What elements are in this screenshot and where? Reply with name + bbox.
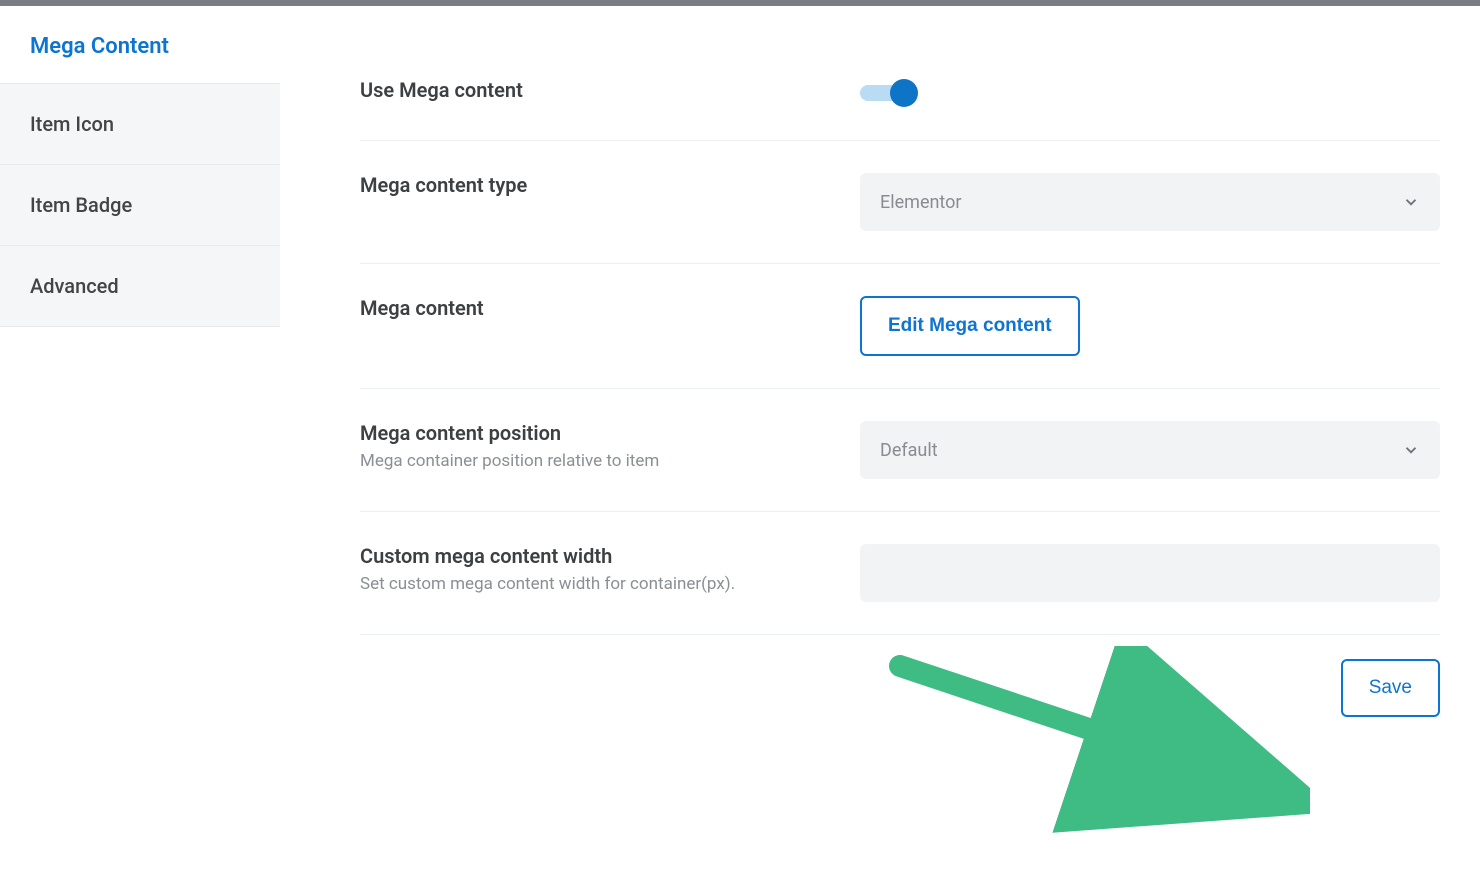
mega-content-label: Mega content xyxy=(360,296,860,320)
settings-panel: Mega Content Item Icon Item Badge Advanc… xyxy=(0,6,1480,894)
mega-content-position-label-wrap: Mega content position Mega container pos… xyxy=(360,421,860,471)
save-button[interactable]: Save xyxy=(1341,659,1440,717)
row-custom-mega-width: Custom mega content width Set custom meg… xyxy=(360,512,1440,635)
mega-content-position-label: Mega content position xyxy=(360,421,860,445)
mega-content-position-desc: Mega container position relative to item xyxy=(360,451,860,471)
use-mega-content-label: Use Mega content xyxy=(360,78,860,102)
sidebar-item-item-icon[interactable]: Item Icon xyxy=(0,83,280,164)
mega-content-label-wrap: Mega content xyxy=(360,296,860,320)
toggle-thumb xyxy=(890,79,918,107)
row-use-mega-content: Use Mega content xyxy=(360,46,1440,141)
custom-mega-width-desc: Set custom mega content width for contai… xyxy=(360,574,860,594)
sidebar-item-advanced[interactable]: Advanced xyxy=(0,245,280,327)
footer: Save xyxy=(360,635,1440,717)
mega-content-type-select[interactable]: Elementor xyxy=(860,173,1440,231)
mega-content-type-label: Mega content type xyxy=(360,173,860,197)
chevron-down-icon xyxy=(1402,193,1420,211)
edit-mega-content-button[interactable]: Edit Mega content xyxy=(860,296,1080,356)
custom-mega-width-label-wrap: Custom mega content width Set custom meg… xyxy=(360,544,860,594)
row-mega-content-position: Mega content position Mega container pos… xyxy=(360,389,1440,512)
sidebar-tab-mega-content[interactable]: Mega Content xyxy=(0,6,280,83)
sidebar: Mega Content Item Icon Item Badge Advanc… xyxy=(0,6,280,894)
custom-mega-width-input[interactable] xyxy=(860,544,1440,602)
mega-content-position-value: Default xyxy=(880,440,938,461)
content-area: Use Mega content Mega content type Eleme… xyxy=(280,6,1480,894)
use-mega-content-toggle[interactable] xyxy=(860,78,922,108)
mega-content-position-select[interactable]: Default xyxy=(860,421,1440,479)
use-mega-content-label-wrap: Use Mega content xyxy=(360,78,860,102)
mega-content-type-value: Elementor xyxy=(880,192,962,213)
sidebar-item-item-badge[interactable]: Item Badge xyxy=(0,164,280,245)
row-mega-content: Mega content Edit Mega content xyxy=(360,264,1440,389)
chevron-down-icon xyxy=(1402,441,1420,459)
mega-content-type-label-wrap: Mega content type xyxy=(360,173,860,197)
row-mega-content-type: Mega content type Elementor xyxy=(360,141,1440,264)
custom-mega-width-label: Custom mega content width xyxy=(360,544,860,568)
